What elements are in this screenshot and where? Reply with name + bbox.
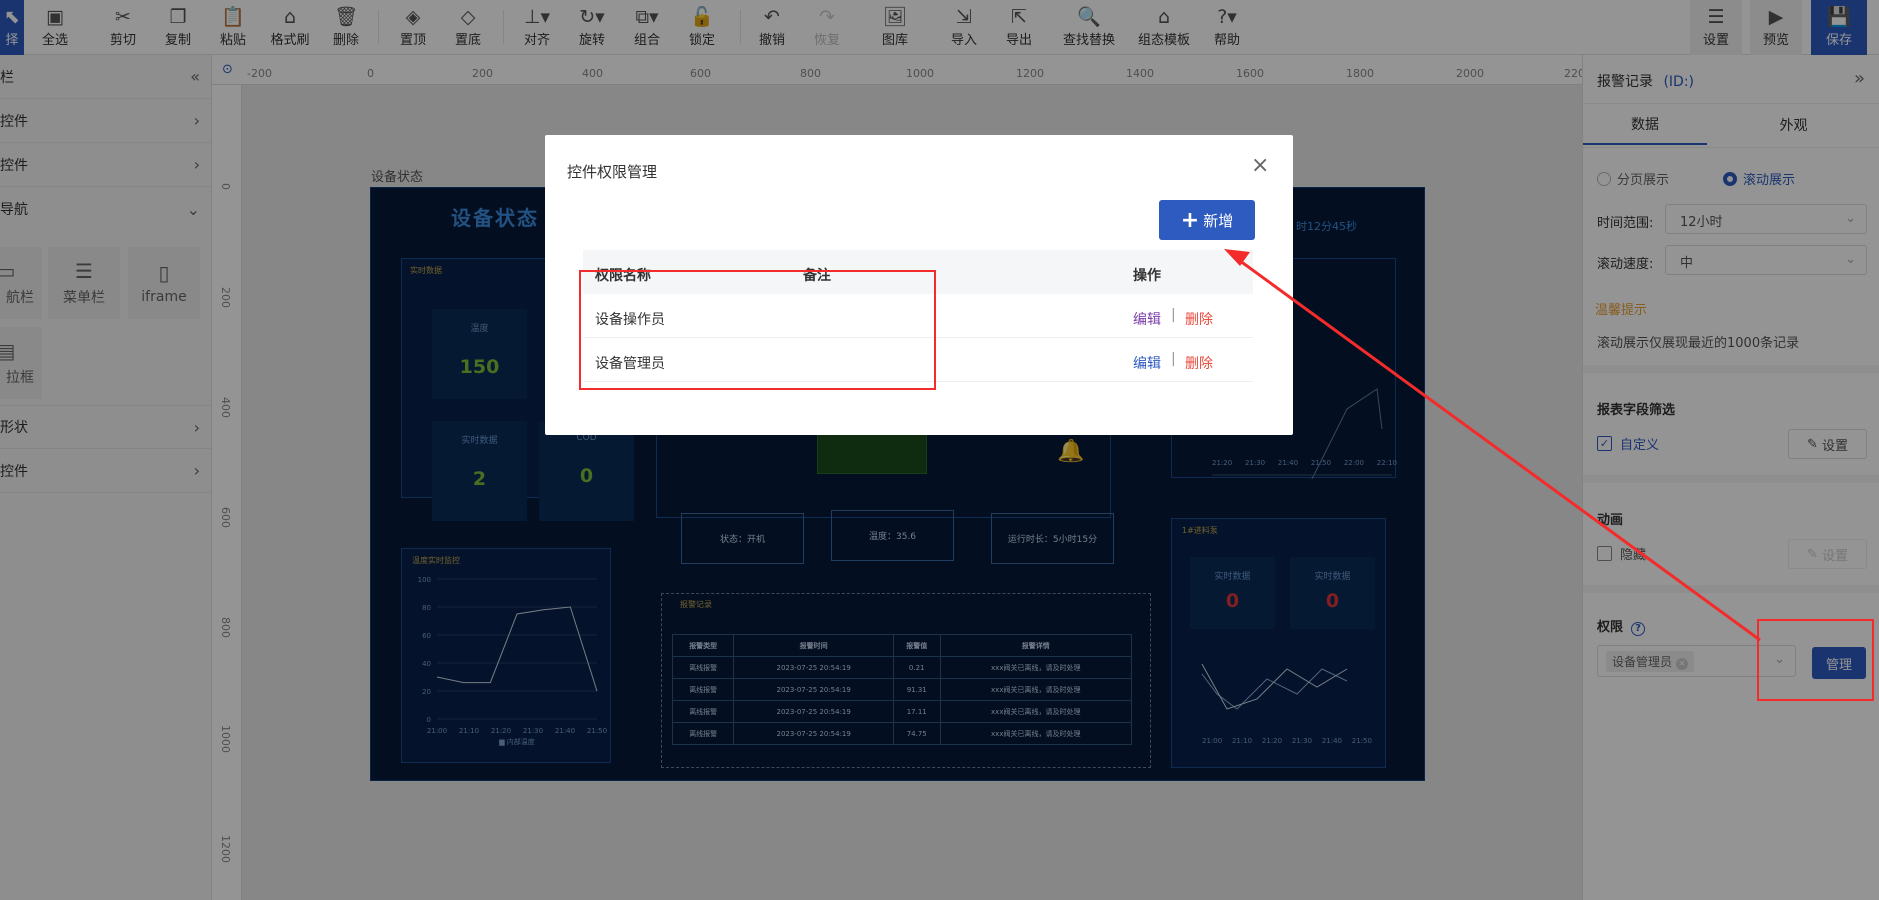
annotation-arrow [1224, 249, 1761, 642]
